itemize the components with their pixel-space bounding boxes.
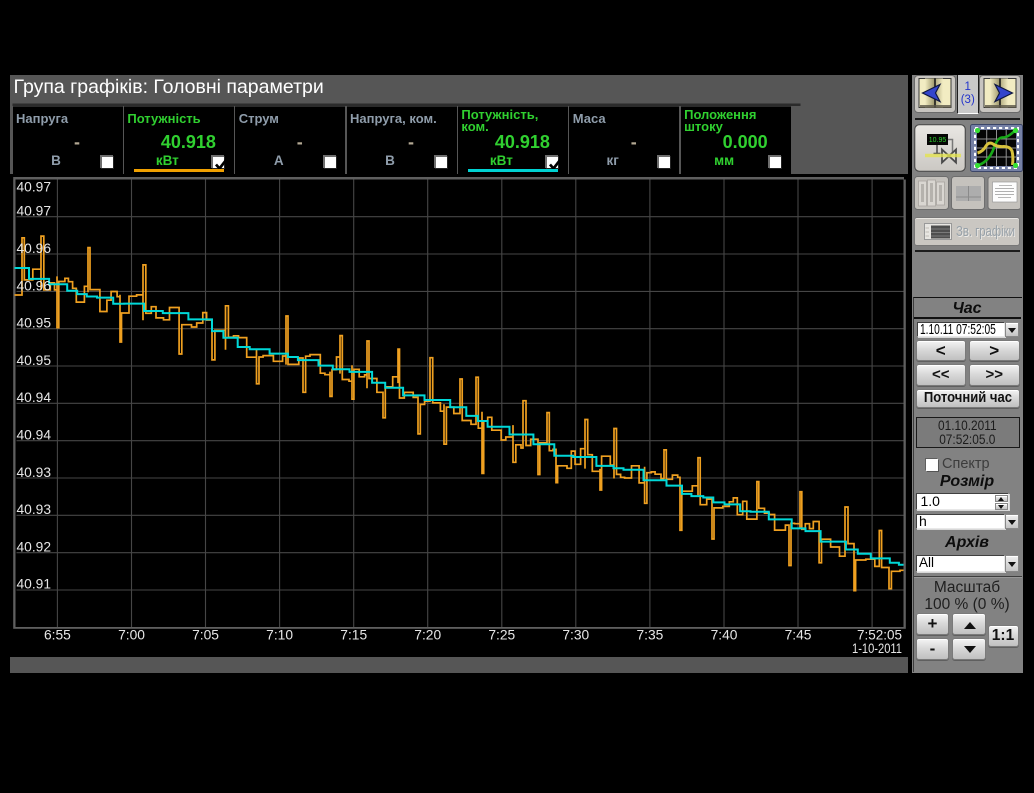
svg-text:40.95: 40.95 <box>17 316 52 331</box>
svg-text:7:15: 7:15 <box>340 628 367 643</box>
svg-text:40.91: 40.91 <box>17 577 52 592</box>
svg-text:7:20: 7:20 <box>414 628 441 643</box>
svg-text:40.93: 40.93 <box>17 502 52 517</box>
svg-text:7:40: 7:40 <box>711 628 738 643</box>
svg-text:1-10-2011: 1-10-2011 <box>852 641 902 656</box>
svg-text:7:05: 7:05 <box>192 628 219 643</box>
svg-text:7:35: 7:35 <box>636 628 663 643</box>
svg-text:40.95: 40.95 <box>17 353 52 368</box>
svg-text:7:45: 7:45 <box>785 628 812 643</box>
svg-text:40.94: 40.94 <box>17 428 52 443</box>
svg-text:40.96: 40.96 <box>17 278 52 293</box>
svg-text:10.95: 10.95 <box>929 137 947 144</box>
svg-text:7:00: 7:00 <box>118 628 145 643</box>
svg-text:7:25: 7:25 <box>488 628 515 643</box>
svg-text:6:55: 6:55 <box>44 628 71 643</box>
svg-text:40.93: 40.93 <box>17 465 52 480</box>
svg-text:7:30: 7:30 <box>562 628 589 643</box>
svg-text:40.92: 40.92 <box>17 539 52 554</box>
svg-text:40.97: 40.97 <box>17 179 52 194</box>
svg-text:7:10: 7:10 <box>266 628 293 643</box>
svg-text:40.94: 40.94 <box>17 390 52 405</box>
svg-text:40.97: 40.97 <box>17 204 52 219</box>
svg-text:40.96: 40.96 <box>17 241 52 256</box>
